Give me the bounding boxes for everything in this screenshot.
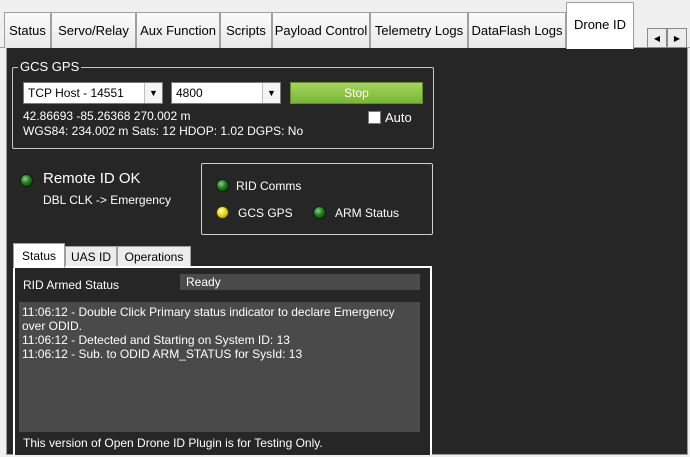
rid-comms-label: RID Comms <box>236 179 302 193</box>
tab-servo-relay[interactable]: Servo/Relay <box>51 12 136 48</box>
auto-label: Auto <box>385 110 412 125</box>
baud-select[interactable]: 4800 ▼ <box>171 82 281 104</box>
log-line: 11:06:12 - Double Click Primary status i… <box>22 305 395 319</box>
tab-payload-control[interactable]: Payload Control <box>272 12 370 48</box>
remote-id-status-indicator[interactable] <box>20 174 33 187</box>
connection-value: TCP Host - 14551 <box>28 86 124 100</box>
rid-armed-status-label: RID Armed Status <box>23 278 120 292</box>
gcs-gps-title: GCS GPS <box>18 59 82 74</box>
testing-notice: This version of Open Drone ID Plugin is … <box>23 436 323 450</box>
tab-dataflash-logs[interactable]: DataFlash Logs <box>468 12 566 48</box>
tab-telemetry-logs[interactable]: Telemetry Logs <box>370 12 468 48</box>
chevron-down-icon: ▼ <box>144 83 162 103</box>
remote-id-status-label: Remote ID OK <box>43 170 141 187</box>
scroll-left-icon[interactable]: ◀ <box>647 28 667 48</box>
scroll-right-icon[interactable]: ▶ <box>667 28 687 48</box>
tab-operations[interactable]: Operations <box>117 246 191 267</box>
tab-status[interactable]: Status <box>4 12 51 48</box>
gcs-gps-group: GCS GPS TCP Host - 14551 ▼ 4800 ▼ Stop A… <box>12 59 434 149</box>
arm-status-label: ARM Status <box>335 206 400 220</box>
main-tab-strip: Status Servo/Relay Aux Function Scripts … <box>0 0 690 49</box>
arm-status-indicator <box>313 206 326 219</box>
gcs-gps-label: GCS GPS <box>238 206 293 220</box>
drone-id-panel: GCS GPS TCP Host - 14551 ▼ 4800 ▼ Stop A… <box>6 48 688 455</box>
chevron-down-icon: ▼ <box>262 83 280 103</box>
status-tab-panel: RID Armed Status Ready 11:06:12 - Double… <box>13 266 432 455</box>
stop-button[interactable]: Stop <box>290 82 423 104</box>
emergency-hint: DBL CLK -> Emergency <box>43 193 171 207</box>
connection-select[interactable]: TCP Host - 14551 ▼ <box>23 82 163 104</box>
baud-value: 4800 <box>176 86 203 100</box>
log-line: 11:06:12 - Detected and Starting on Syst… <box>22 333 290 347</box>
tab-aux-function[interactable]: Aux Function <box>136 12 220 48</box>
status-log[interactable]: 11:06:12 - Double Click Primary status i… <box>19 302 420 432</box>
rid-armed-status-value: Ready <box>180 274 420 290</box>
indicators-group: RID Comms GCS GPS ARM Status <box>201 163 433 235</box>
log-line: 11:06:12 - Sub. to ODID ARM_STATUS for S… <box>22 347 303 361</box>
gcs-gps-indicator <box>216 206 229 219</box>
log-line: over ODID. <box>22 319 83 333</box>
gps-wgs-info: WGS84: 234.002 m Sats: 12 HDOP: 1.02 DGP… <box>23 124 304 138</box>
gps-coords: 42.86693 -85.26368 270.002 m <box>23 109 191 123</box>
tab-inner-status[interactable]: Status <box>13 243 65 268</box>
tab-uas-id[interactable]: UAS ID <box>65 246 117 267</box>
tab-scripts[interactable]: Scripts <box>220 12 272 48</box>
tab-scroll-buttons: ◀ ▶ <box>647 28 687 48</box>
rid-comms-indicator <box>216 179 229 192</box>
tab-drone-id[interactable]: Drone ID <box>566 2 634 49</box>
auto-checkbox[interactable] <box>368 111 381 124</box>
